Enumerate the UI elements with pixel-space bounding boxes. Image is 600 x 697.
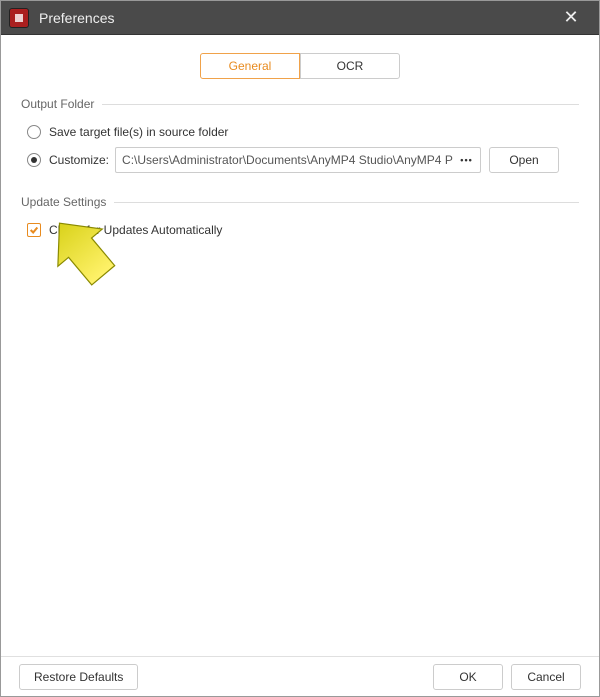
ok-button[interactable]: OK [433, 664, 503, 690]
radio-customize-label[interactable]: Customize: [49, 153, 109, 167]
divider [21, 104, 579, 105]
window-title: Preferences [39, 10, 551, 26]
titlebar: Preferences ✕ [1, 1, 599, 35]
close-icon[interactable]: ✕ [551, 1, 591, 35]
update-settings-legend: Update Settings [21, 195, 114, 209]
app-icon [9, 8, 29, 28]
cancel-button[interactable]: Cancel [511, 664, 581, 690]
restore-defaults-button[interactable]: Restore Defaults [19, 664, 138, 690]
browse-button[interactable]: ••• [453, 147, 481, 173]
checkbox-auto-update[interactable] [27, 223, 41, 237]
output-folder-group: Output Folder Save target file(s) in sou… [21, 97, 579, 173]
output-folder-legend: Output Folder [21, 97, 102, 111]
content-area: General OCR Output Folder Save target fi… [1, 35, 599, 656]
open-button[interactable]: Open [489, 147, 559, 173]
tab-bar: General OCR [21, 53, 579, 79]
tab-general[interactable]: General [200, 53, 300, 79]
update-settings-group: Update Settings Check for Updates Automa… [21, 195, 579, 237]
check-icon [29, 225, 39, 235]
radio-save-source-label[interactable]: Save target file(s) in source folder [49, 125, 228, 139]
footer-bar: Restore Defaults OK Cancel [1, 656, 599, 696]
tab-ocr[interactable]: OCR [300, 53, 400, 79]
radio-customize[interactable] [27, 153, 41, 167]
radio-save-source[interactable] [27, 125, 41, 139]
checkbox-auto-update-label[interactable]: Check for Updates Automatically [49, 223, 222, 237]
ellipsis-icon: ••• [460, 155, 472, 165]
output-path-input[interactable]: C:\Users\Administrator\Documents\AnyMP4 … [115, 147, 455, 173]
